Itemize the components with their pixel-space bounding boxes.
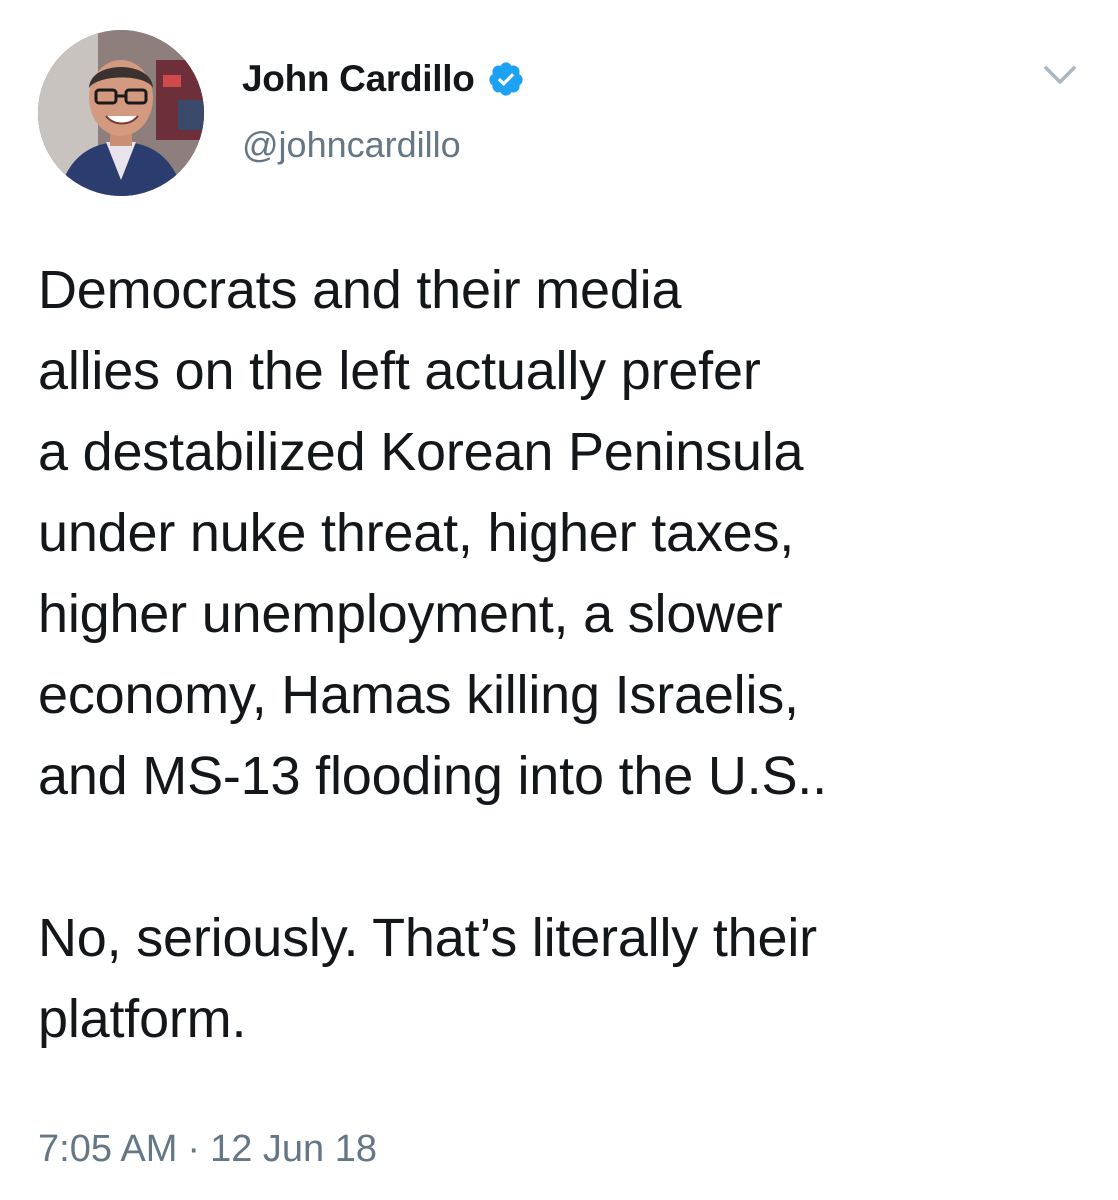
author-display-name[interactable]: John Cardillo xyxy=(242,58,475,100)
profile-photo-icon xyxy=(38,30,204,196)
author-handle[interactable]: @johncardillo xyxy=(242,124,461,166)
avatar[interactable] xyxy=(38,30,204,196)
verified-badge-icon xyxy=(487,60,525,98)
author-name-row: John Cardillo xyxy=(242,58,525,100)
chevron-down-icon[interactable] xyxy=(1040,60,1080,90)
tweet-text: Democrats and their media allies on the … xyxy=(38,260,827,1049)
tweet-timestamp[interactable]: 7:05 AM · 12 Jun 18 xyxy=(38,1128,377,1171)
tweet-card: John Cardillo @johncardillo Democrats an… xyxy=(0,0,1118,1200)
tweet-date: 12 Jun 18 xyxy=(210,1128,377,1170)
tweet-time: 7:05 AM xyxy=(38,1128,178,1170)
meta-separator: · xyxy=(187,1128,201,1170)
